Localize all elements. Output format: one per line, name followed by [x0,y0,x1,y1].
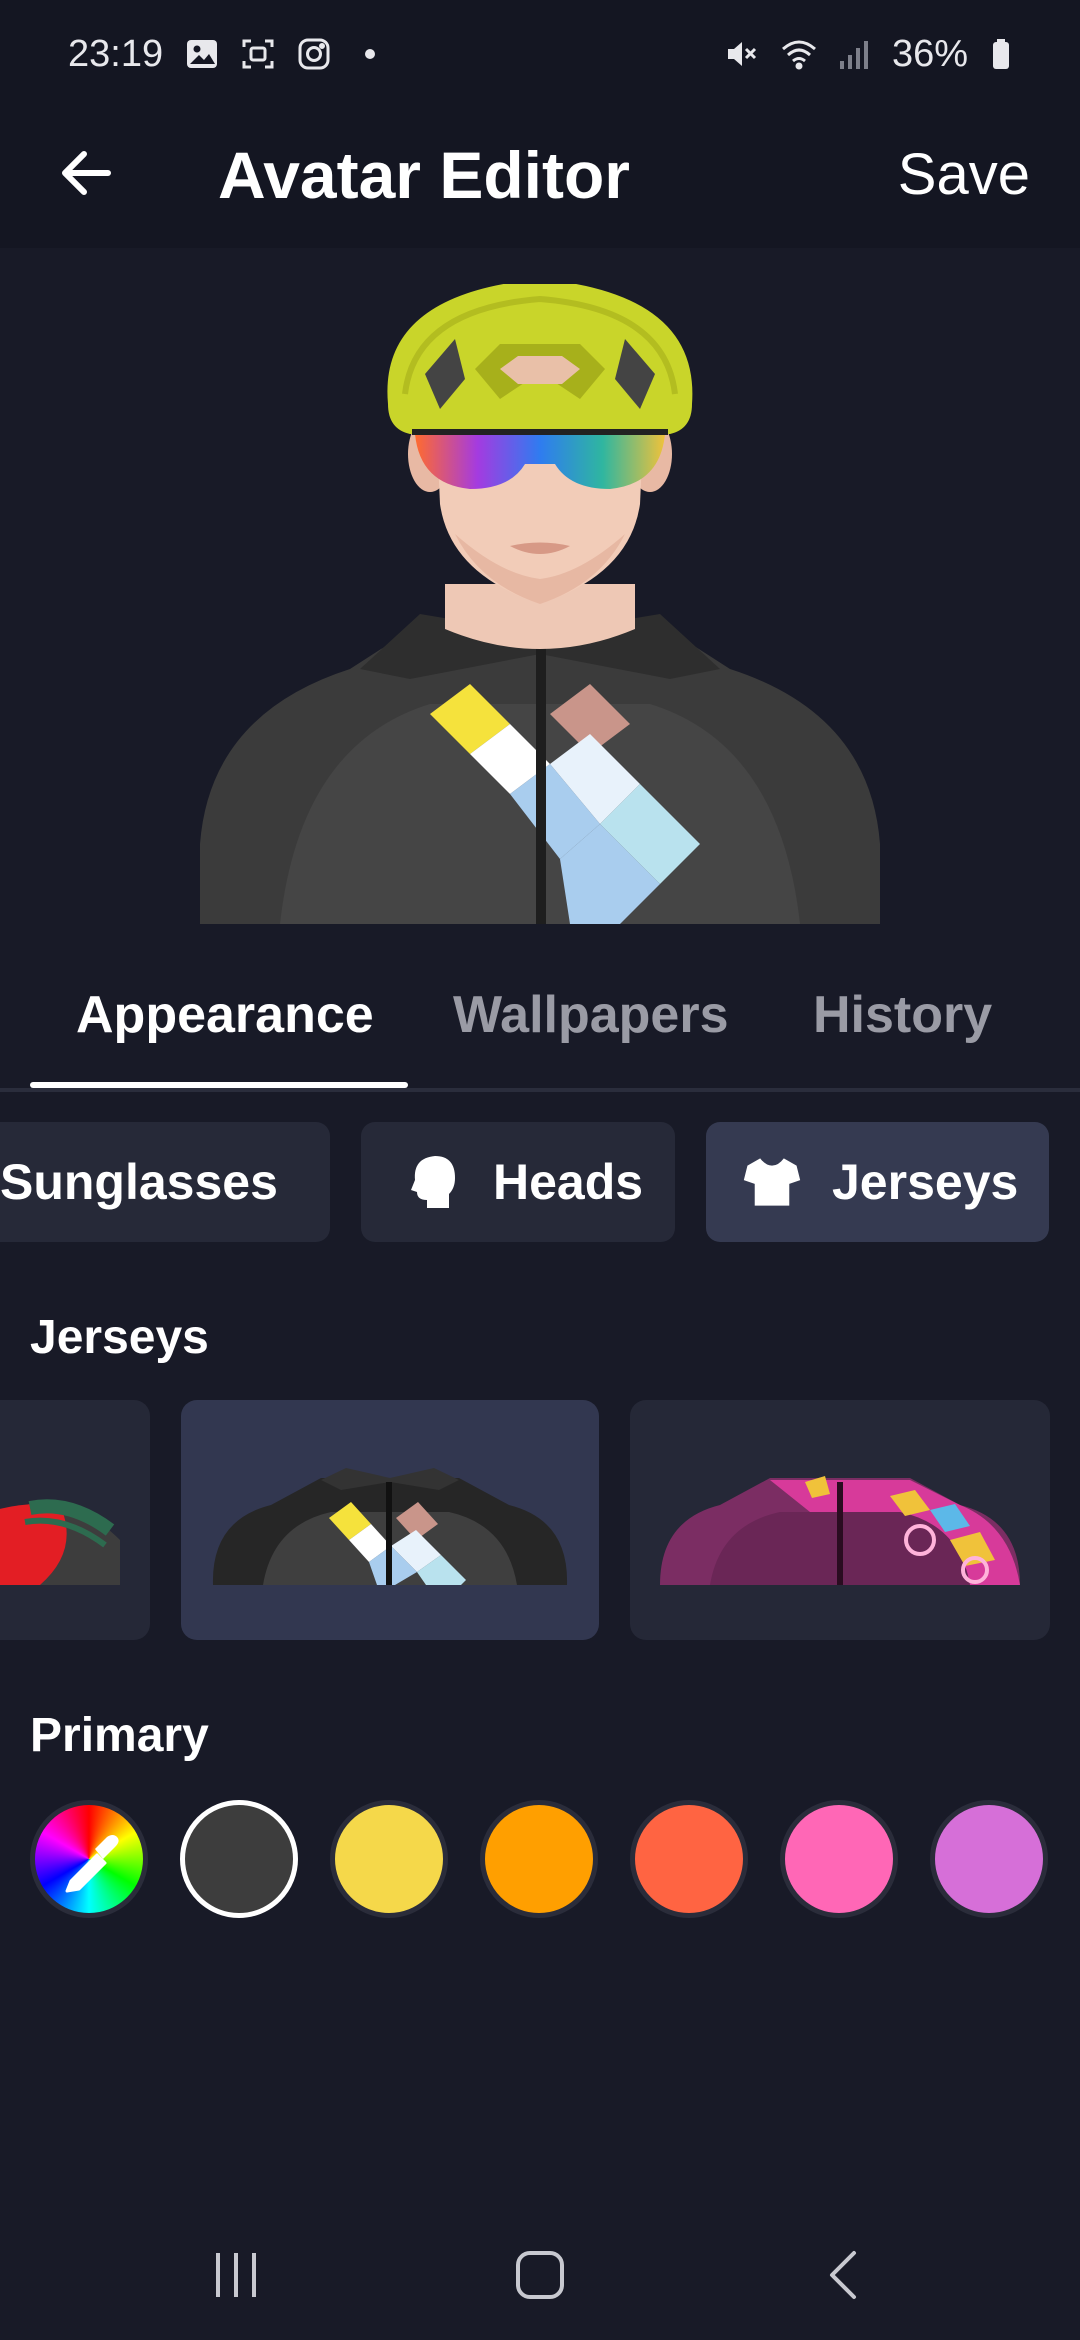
tab-appearance[interactable]: Appearance [76,980,374,1050]
home-icon [516,2251,564,2299]
status-time: 23:19 [68,32,164,75]
mute-icon [724,37,758,71]
section-title-jerseys: Jerseys [30,1311,209,1364]
tab-history[interactable]: History [813,980,992,1050]
color-swatch-violet[interactable] [930,1800,1048,1918]
tab-indicator [30,1082,408,1088]
battery-percent: 36% [891,32,968,75]
recent-apps-icon [216,2253,256,2297]
chevron-left-icon [830,2251,856,2299]
jersey-option-red-green[interactable] [0,1400,150,1640]
screenshot-icon [241,37,275,71]
eyedropper-icon [65,1835,119,1893]
color-swatch-pink[interactable] [780,1800,898,1918]
chip-sunglasses-label: Sunglasses [0,1154,278,1210]
jersey-option-argyle[interactable] [181,1400,599,1640]
arrow-left-icon [62,151,111,195]
color-swatch-red-orange[interactable] [630,1800,748,1918]
chip-jerseys-label: Jerseys [832,1154,1019,1210]
tab-bar: Appearance Wallpapers History [0,960,1080,1092]
wifi-icon [780,37,816,71]
home-button[interactable] [500,2240,580,2310]
jersey-thumb-red-green [0,1499,120,1585]
status-left: 23:19 [68,33,387,76]
recent-apps-button[interactable] [196,2240,276,2310]
jersey-thumb-purple-pattern [660,1476,1020,1585]
jersey-option-purple-pattern[interactable] [630,1400,1050,1640]
battery-icon [990,37,1012,71]
gallery-icon [185,37,219,71]
system-nav-bar [0,2200,1080,2340]
instagram-icon [297,37,331,71]
jersey-thumb-argyle [212,1468,568,1585]
tab-wallpapers[interactable]: Wallpapers [453,980,729,1050]
system-back-button[interactable] [804,2240,884,2310]
color-swatch-yellow[interactable] [330,1800,448,1918]
tshirt-icon [742,1152,802,1212]
chip-jerseys[interactable]: Jerseys [706,1122,1049,1242]
save-button[interactable]: Save [898,130,1030,220]
page-title: Avatar Editor [218,138,630,212]
category-chips: Sunglasses Heads Jerseys [0,1122,1080,1244]
chip-heads[interactable]: Heads [361,1122,675,1242]
avatar-image [200,284,880,924]
signal-icon [836,37,870,71]
avatar-preview [0,248,1080,924]
back-button[interactable] [52,138,122,208]
status-right: 36% [724,33,1012,76]
status-bar: 23:19 36% [0,0,1080,108]
chip-heads-label: Heads [493,1154,644,1210]
color-swatch-dark-gray[interactable] [180,1800,298,1918]
color-swatch-orange[interactable] [480,1800,598,1918]
head-icon [403,1152,463,1212]
section-title-primary: Primary [30,1709,209,1762]
dot-icon [353,37,387,71]
chip-sunglasses[interactable]: Sunglasses [0,1122,330,1242]
color-picker-swatch[interactable] [30,1800,148,1918]
app-header: Avatar Editor Save [0,108,1080,248]
